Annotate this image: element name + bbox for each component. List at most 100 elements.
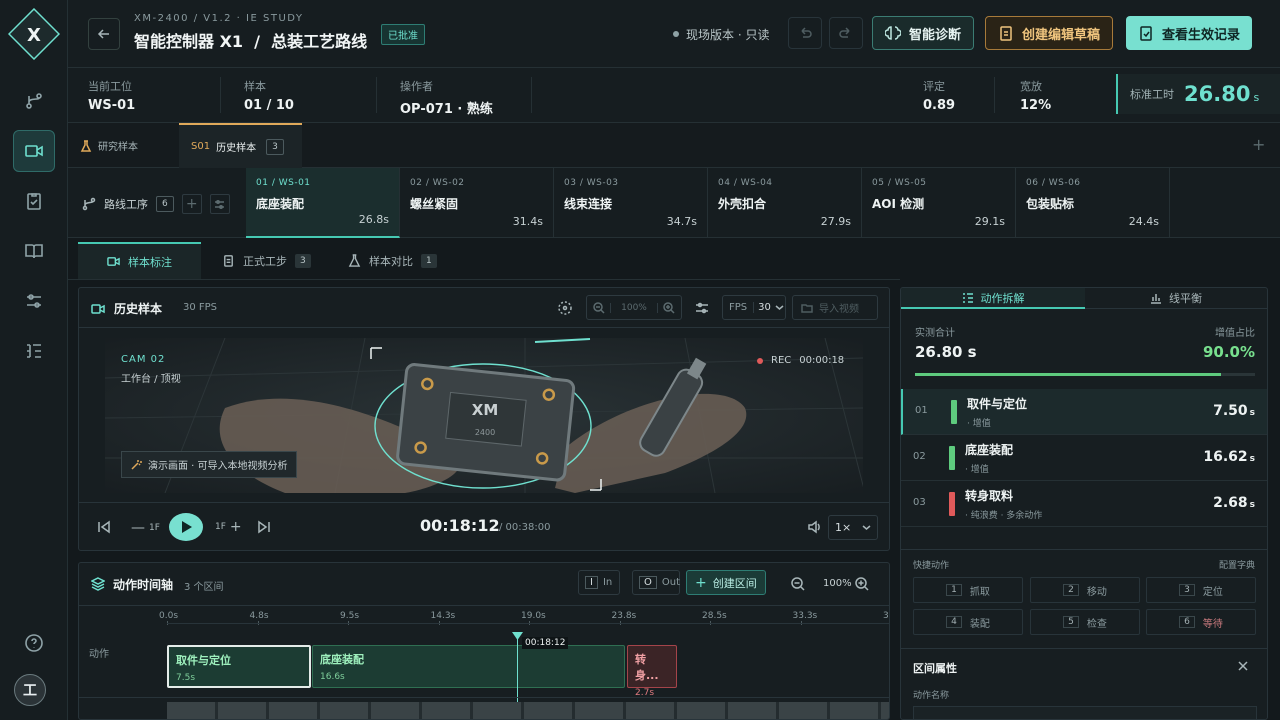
config-dictionary-link[interactable]: 配置字典 bbox=[1219, 558, 1255, 571]
tab-research-sample[interactable]: 研究样本 bbox=[68, 123, 150, 168]
chevron-down-icon bbox=[862, 525, 871, 530]
divider bbox=[220, 77, 221, 113]
view-records-button[interactable]: 查看生效记录 bbox=[1126, 16, 1253, 50]
zoom-out-icon[interactable] bbox=[593, 301, 605, 314]
quick-action-grab[interactable]: 1 抓取 bbox=[913, 577, 1023, 603]
left-rail: X 工 bbox=[0, 0, 68, 720]
help-button[interactable] bbox=[13, 622, 55, 664]
segment-base-assembly[interactable]: 底座装配 16.6s bbox=[312, 645, 625, 688]
volume-icon[interactable] bbox=[808, 520, 822, 534]
redo-button[interactable] bbox=[829, 17, 863, 49]
ruler-tick: 23.8s bbox=[611, 611, 637, 621]
frame-back-button[interactable]: —1F bbox=[131, 520, 160, 536]
zoom-out-icon[interactable] bbox=[791, 577, 805, 591]
undo-icon bbox=[801, 27, 812, 38]
segment-turn-fetch[interactable]: 转身... 2.7s bbox=[627, 645, 677, 698]
fps-select[interactable]: FPS 30 bbox=[722, 295, 786, 320]
tab-sample-compare[interactable]: 样本对比 1 bbox=[338, 242, 447, 279]
action-tag: · 增值 bbox=[967, 419, 991, 429]
route-step-1[interactable]: 01 / WS-01 底座装配 26.8s bbox=[246, 168, 400, 238]
action-number: 02 bbox=[913, 451, 926, 462]
close-icon[interactable] bbox=[1237, 660, 1249, 672]
allowance-cell: 宽放 12% bbox=[1020, 78, 1051, 113]
help-icon bbox=[25, 634, 43, 652]
camera-view: 工作台 / 顶视 bbox=[121, 374, 181, 385]
zoom-in-icon[interactable] bbox=[663, 301, 675, 314]
undo-button[interactable] bbox=[788, 17, 822, 49]
create-interval-button[interactable]: + 创建区间 bbox=[686, 570, 766, 595]
action-row-2[interactable]: 02 底座装配 · 增值 16.62 s bbox=[901, 435, 1267, 481]
tab-sample-annotate[interactable]: 样本标注 bbox=[78, 242, 201, 279]
play-button[interactable] bbox=[169, 513, 203, 541]
video-fps-text: 30 FPS bbox=[183, 302, 218, 313]
nav-list-button[interactable] bbox=[13, 330, 55, 372]
skip-back-icon[interactable] bbox=[97, 520, 111, 534]
import-video-button[interactable]: 导入视频 bbox=[792, 295, 878, 320]
frame-forward-button[interactable]: 1F + bbox=[215, 519, 242, 535]
route-step-4[interactable]: 04 / WS-04 外壳扣合 27.9s bbox=[708, 168, 862, 238]
route-step-2[interactable]: 02 / WS-02 螺丝紧固 31.4s bbox=[400, 168, 554, 238]
divider bbox=[376, 77, 377, 113]
add-step-button[interactable]: + bbox=[181, 194, 202, 214]
station-cell: 当前工位 WS-01 bbox=[88, 78, 135, 113]
sample-cell: 样本 01 / 10 bbox=[244, 78, 294, 113]
playhead-time: 00:18:12 bbox=[522, 637, 569, 649]
video-frame[interactable]: XM 2400 CAM 02 工作台 / 顶视 REC 00:00:18 演示画… bbox=[105, 338, 863, 493]
tab-line-balance[interactable]: 线平衡 bbox=[1085, 288, 1267, 309]
smart-diagnose-button[interactable]: 智能诊断 bbox=[872, 16, 975, 50]
step-name: 包装贴标 bbox=[1026, 197, 1075, 211]
list-tree-icon bbox=[27, 344, 41, 358]
ruler-tick: 28.5s bbox=[702, 611, 727, 621]
tab-formal-steps[interactable]: 正式工步 3 bbox=[212, 242, 321, 279]
create-draft-button[interactable]: 创建编辑草稿 bbox=[985, 16, 1114, 50]
action-row-1[interactable]: 01 取件与定位 · 增值 7.50 s bbox=[901, 389, 1267, 435]
layers-icon bbox=[91, 577, 105, 591]
nav-book-button[interactable] bbox=[13, 230, 55, 272]
action-row-3[interactable]: 03 转身取料 · 纯浪费 · 多余动作 2.68 s bbox=[901, 481, 1267, 527]
route-label: 路线工序 bbox=[104, 198, 148, 211]
quick-action-inspect[interactable]: 5 检查 bbox=[1030, 609, 1140, 635]
clipboard-check-icon bbox=[1140, 26, 1152, 41]
mark-out-button[interactable]: O Out bbox=[632, 570, 680, 595]
out-label: Out bbox=[661, 577, 681, 588]
action-type-bar bbox=[949, 492, 955, 516]
app-logo[interactable]: X bbox=[8, 8, 60, 60]
quick-action-wait[interactable]: 6 等待 bbox=[1146, 609, 1256, 635]
route-step-6[interactable]: 06 / WS-06 包装贴标 24.4s bbox=[1016, 168, 1170, 238]
quick-action-assemble[interactable]: 4 装配 bbox=[913, 609, 1023, 635]
speed-select[interactable]: 1× bbox=[828, 515, 878, 540]
segment-pick-position[interactable]: 取件与定位 7.5s bbox=[167, 645, 311, 688]
nav-settings-button[interactable] bbox=[13, 280, 55, 322]
clipboard-edit-icon bbox=[1000, 26, 1012, 41]
quick-key: 2 bbox=[1063, 584, 1079, 596]
quick-action-position[interactable]: 3 定位 bbox=[1146, 577, 1256, 603]
user-avatar[interactable]: 工 bbox=[14, 674, 46, 706]
zoom-in-icon[interactable] bbox=[855, 577, 869, 591]
target-icon[interactable] bbox=[557, 300, 573, 316]
nav-route-button[interactable] bbox=[13, 80, 55, 122]
tab-history-code: S01 bbox=[191, 141, 211, 152]
route-steps-bar: 路线工序 6 + 01 / WS-01 底座装配 26.8s 02 / WS-02 螺… bbox=[68, 168, 1280, 238]
skip-forward-icon[interactable] bbox=[257, 520, 271, 534]
tab-history-sample[interactable]: S01 历史样本 3 bbox=[179, 123, 302, 168]
route-header: 路线工序 6 + bbox=[82, 194, 230, 214]
nav-video-button[interactable] bbox=[13, 130, 55, 172]
nav-clipboard-button[interactable] bbox=[13, 180, 55, 222]
tab-compare-count: 1 bbox=[421, 253, 437, 268]
route-step-5[interactable]: 05 / WS-05 AOI 检测 29.1s bbox=[862, 168, 1016, 238]
bar-chart-icon bbox=[1151, 294, 1161, 304]
action-name-input[interactable] bbox=[913, 706, 1257, 719]
standard-time-unit: s bbox=[1253, 90, 1260, 104]
quick-action-move[interactable]: 2 移动 bbox=[1030, 577, 1140, 603]
route-settings-button[interactable] bbox=[209, 194, 230, 214]
route-step-3[interactable]: 03 / WS-03 线束连接 34.7s bbox=[554, 168, 708, 238]
mark-in-button[interactable]: I In bbox=[578, 570, 620, 595]
back-button[interactable] bbox=[88, 18, 120, 50]
brain-icon bbox=[885, 26, 901, 40]
tab-annotate-label: 样本标注 bbox=[128, 255, 172, 269]
tab-action-breakdown[interactable]: 动作拆解 bbox=[901, 288, 1085, 309]
add-sample-button[interactable]: + bbox=[1252, 135, 1265, 154]
rec-label: REC bbox=[771, 355, 792, 366]
sliders-icon[interactable] bbox=[695, 301, 709, 315]
value-added-label: 增值占比 bbox=[1215, 328, 1255, 339]
